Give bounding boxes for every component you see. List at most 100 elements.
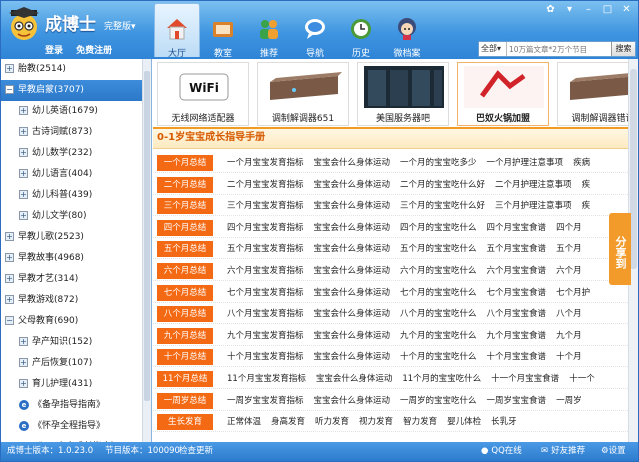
sidebar-item[interactable]: + 早教游戏(872) <box>1 290 151 311</box>
sidebar-item[interactable]: + 早教儿歌(2523) <box>1 227 151 248</box>
month-summary-button[interactable]: 七个月总结 <box>157 284 213 301</box>
article-link[interactable]: 三个月宝宝发育指标 <box>227 201 304 211</box>
article-link[interactable]: 一个月护理注意事项 <box>487 158 564 168</box>
month-summary-button[interactable]: 一个月总结 <box>157 155 213 171</box>
article-link[interactable]: 一周岁宝宝发育指标 <box>227 396 304 406</box>
month-summary-button[interactable]: 11个月总结 <box>157 371 213 387</box>
sidebar-item[interactable]: + 孕产知识(152) <box>1 332 151 353</box>
month-summary-button[interactable]: 生长发育 <box>157 414 213 431</box>
article-link[interactable]: 二个月护理注意事项 <box>495 180 572 190</box>
month-summary-button[interactable]: 十个月总结 <box>157 349 213 366</box>
sidebar-item[interactable]: e 《怀孕全程指导》 <box>1 416 151 437</box>
article-link[interactable]: 11个月的宝宝吃什么 <box>402 374 481 384</box>
article-link[interactable]: 宝宝会什么身体运动 <box>314 180 391 190</box>
expand-icon[interactable]: + <box>5 295 14 304</box>
check-update-link[interactable]: 检查更新 <box>179 442 213 461</box>
article-link[interactable]: 九个月宝宝食谱 <box>487 331 547 341</box>
article-link[interactable]: 七个月护 <box>556 288 590 298</box>
login-link[interactable]: 登录 <box>45 46 63 56</box>
article-link[interactable]: 五个月宝宝食谱 <box>487 244 547 254</box>
article-link[interactable]: 宝宝会什么身体运动 <box>314 244 391 254</box>
sidebar-item[interactable]: + 古诗词赋(873) <box>1 122 151 143</box>
article-link[interactable]: 六个月宝宝发育指标 <box>227 266 304 276</box>
article-link[interactable]: 听力发育 <box>315 417 349 427</box>
collapse-icon[interactable]: − <box>5 85 14 94</box>
article-link[interactable]: 八个月宝宝发育指标 <box>227 309 304 319</box>
sidebar-item[interactable]: + 幼儿文学(80) <box>1 206 151 227</box>
article-link[interactable]: 视力发育 <box>359 417 393 427</box>
article-link[interactable]: 11个月宝宝发育指标 <box>227 374 306 384</box>
skin-icon[interactable]: ✿ <box>542 3 559 18</box>
article-link[interactable]: 五个月 <box>556 244 582 254</box>
article-link[interactable]: 二个月宝宝发育指标 <box>227 180 304 190</box>
article-link[interactable]: 六个月的宝宝吃什么 <box>400 266 477 276</box>
nav-recommend[interactable]: 推荐 <box>246 3 292 59</box>
month-summary-button[interactable]: 二个月总结 <box>157 176 213 193</box>
article-link[interactable]: 十一个 <box>569 374 595 384</box>
article-link[interactable]: 十一个月宝宝食谱 <box>491 374 559 384</box>
sidebar-item[interactable]: + 早教才艺(314) <box>1 269 151 290</box>
month-summary-button[interactable]: 五个月总结 <box>157 241 213 258</box>
expand-icon[interactable]: + <box>19 379 28 388</box>
expand-icon[interactable]: + <box>19 337 28 346</box>
article-link[interactable]: 一个月的宝宝吃多少 <box>400 158 477 168</box>
article-link[interactable]: 一周岁 <box>556 396 582 406</box>
nav-profile[interactable]: 微档案 <box>384 3 430 59</box>
article-link[interactable]: 八个月 <box>556 309 582 319</box>
sidebar-scrollbar-thumb[interactable] <box>144 71 150 401</box>
article-link[interactable]: 四个月宝宝食谱 <box>487 223 547 233</box>
article-link[interactable]: 六个月宝宝食谱 <box>487 266 547 276</box>
article-link[interactable]: 一周岁的宝宝吃什么 <box>400 396 477 406</box>
article-link[interactable]: 十个月 <box>556 352 582 362</box>
expand-icon[interactable]: + <box>19 148 28 157</box>
recommend-friend-link[interactable]: ✉ 好友推荐 <box>541 442 585 461</box>
article-link[interactable]: 四个月的宝宝吃什么 <box>400 223 477 233</box>
search-input[interactable]: 10万篇文章*2万个节目 <box>507 44 611 55</box>
month-summary-button[interactable]: 六个月总结 <box>157 263 213 279</box>
expand-icon[interactable]: + <box>19 211 28 220</box>
article-link[interactable]: 一个月宝宝发育指标 <box>227 158 304 168</box>
expand-icon[interactable]: + <box>19 358 28 367</box>
month-summary-button[interactable]: 一周岁总结 <box>157 392 213 409</box>
expand-icon[interactable]: + <box>5 232 14 241</box>
search-button[interactable]: 搜索 <box>611 42 635 56</box>
qq-online-link[interactable]: ● QQ在线 <box>481 442 522 461</box>
article-link[interactable]: 三个月的宝宝吃什么好 <box>400 201 485 211</box>
article-link[interactable]: 宝宝会什么身体运动 <box>314 158 391 168</box>
month-summary-button[interactable]: 四个月总结 <box>157 219 213 236</box>
article-link[interactable]: 五个月的宝宝吃什么 <box>400 244 477 254</box>
close-icon[interactable]: ✕ <box>618 3 635 18</box>
article-link[interactable]: 疾 <box>582 201 591 211</box>
article-link[interactable]: 宝宝会什么身体运动 <box>314 266 391 276</box>
ad-banu-hotpot[interactable]: 巴奴火锅加盟 <box>457 62 549 126</box>
ad-wifi-adapter[interactable]: WiFi 无线网络适配器 <box>157 62 249 126</box>
sidebar-item[interactable]: + 幼儿数学(232) <box>1 143 151 164</box>
article-link[interactable]: 四个月 <box>556 223 582 233</box>
article-link[interactable]: 宝宝会什么身体运动 <box>316 374 393 384</box>
nav-navigation[interactable]: 导航 <box>292 3 338 59</box>
article-link[interactable]: 五个月宝宝发育指标 <box>227 244 304 254</box>
sidebar-scrollbar[interactable] <box>142 59 151 442</box>
article-link[interactable]: 疾 <box>582 180 591 190</box>
ebook-icon[interactable]: e <box>19 399 29 410</box>
article-link[interactable]: 宝宝会什么身体运动 <box>314 309 391 319</box>
month-summary-button[interactable]: 八个月总结 <box>157 306 213 323</box>
article-link[interactable]: 三个月护理注意事项 <box>495 201 572 211</box>
article-link[interactable]: 六个月 <box>556 266 582 276</box>
article-link[interactable]: 七个月宝宝发育指标 <box>227 288 304 298</box>
search-scope-select[interactable]: 全部▾ <box>479 42 507 56</box>
sidebar-item[interactable]: − 早教启蒙(3707) <box>1 80 151 101</box>
article-link[interactable]: 九个月 <box>556 331 582 341</box>
nav-history[interactable]: 历史 <box>338 3 384 59</box>
article-link[interactable]: 身高发育 <box>271 417 305 427</box>
expand-icon[interactable]: + <box>19 127 28 136</box>
sidebar-item[interactable]: − 父母教育(690) <box>1 311 151 332</box>
sidebar-item[interactable]: + 幼儿科普(439) <box>1 185 151 206</box>
article-link[interactable]: 七个月宝宝食谱 <box>487 288 547 298</box>
article-link[interactable]: 疾病 <box>573 158 590 168</box>
article-link[interactable]: 二个月的宝宝吃什么好 <box>400 180 485 190</box>
collapse-icon[interactable]: − <box>5 316 14 325</box>
article-link[interactable]: 宝宝会什么身体运动 <box>314 331 391 341</box>
article-link[interactable]: 宝宝会什么身体运动 <box>314 288 391 298</box>
article-link[interactable]: 十个月宝宝发育指标 <box>227 352 304 362</box>
